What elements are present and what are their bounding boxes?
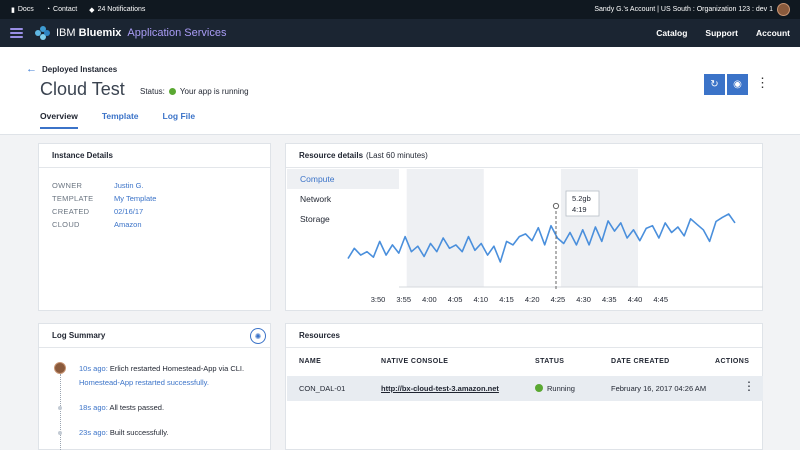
column-header[interactable]: STATUS (535, 358, 564, 365)
nav-account[interactable]: Account (756, 28, 790, 38)
main-nav: IBM Bluemix Application Services Catalog… (0, 19, 800, 47)
chart-marker-point (552, 202, 560, 210)
x-tick-label: 4:15 (499, 295, 514, 304)
brand-name[interactable]: IBM Bluemix (56, 27, 121, 39)
chat-icon: ◔ (45, 6, 51, 13)
arrow-left-icon: ← (26, 63, 37, 75)
log-entry: 18s ago: All tests passed. (79, 403, 165, 412)
tab-overview[interactable]: Overview (40, 111, 78, 129)
resource-status: Running (535, 384, 575, 393)
chart-shaded-band (560, 169, 638, 287)
detail-key: TEMPLATE (52, 194, 94, 203)
date-created: February 16, 2017 04:26 AM (611, 384, 707, 393)
detail-key: CREATED (52, 207, 90, 216)
native-console-link[interactable]: http://bx-cloud-test-3.amazon.net (381, 384, 499, 393)
x-tick-label: 4:45 (653, 295, 668, 304)
column-header[interactable]: NATIVE CONSOLE (381, 358, 448, 365)
bluemix-logo-icon (35, 25, 50, 41)
resource-name: CON_DAL-01 (299, 384, 346, 393)
app-status: Status: Your app is running (140, 87, 249, 96)
menu-icon[interactable] (10, 28, 23, 38)
user-avatar (54, 362, 66, 374)
resource-details-card: Resource details (Last 60 minutes) Compu… (285, 143, 763, 311)
x-tick-label: 4:30 (576, 295, 591, 304)
timeline-dot (58, 406, 62, 410)
compute-series-line (347, 213, 736, 263)
card-title: Instance Details (39, 144, 270, 168)
settings-icon[interactable]: ✺ (250, 328, 266, 344)
timeline-dot (58, 431, 62, 435)
x-tick-label: 3:50 (371, 295, 386, 304)
back-link[interactable]: ← Deployed Instances (26, 63, 117, 75)
template-link[interactable]: My Template (114, 194, 156, 203)
x-tick-label: 4:10 (473, 295, 488, 304)
column-header[interactable]: DATE CREATED (611, 358, 670, 365)
contact-link[interactable]: ◔ Contact (46, 6, 77, 13)
status-dot-icon (168, 88, 176, 95)
refresh-icon: ↻ (710, 79, 719, 90)
page-title: Cloud Test (40, 79, 125, 99)
nav-catalog[interactable]: Catalog (656, 28, 687, 38)
log-entry-detail: Homestead-App restarted successfully. (79, 378, 209, 387)
cloud-link[interactable]: Amazon (114, 220, 156, 229)
refresh-button[interactable]: ↻ (704, 74, 725, 95)
compute-line-chart[interactable]: 3:50 3:55 4:00 4:05 4:10 4:15 4:20 4:25 4:30 4:35… (286, 144, 764, 312)
utility-bar: ▮ Docs ◔ Contact ◆ 24 Notifications Sandy G… (0, 0, 800, 19)
created-value[interactable]: 02/16/17 (114, 207, 156, 216)
tooltip-value: 5.2gb (572, 194, 591, 203)
notifications-link[interactable]: ◆ 24 Notifications (89, 6, 145, 14)
timeline-line (60, 374, 61, 450)
tab-log-file[interactable]: Log File (163, 111, 196, 129)
row-actions-icon[interactable]: ⋮ (743, 380, 755, 392)
resources-card: Resources NAME NATIVE CONSOLE STATUS DAT… (285, 323, 763, 450)
docs-icon: ▮ (11, 6, 15, 14)
tooltip-time: 4:19 (572, 205, 587, 214)
nav-support[interactable]: Support (705, 28, 738, 38)
page-header: ← Deployed Instances Cloud Test Status: … (0, 47, 800, 135)
column-header[interactable]: ACTIONS (715, 358, 749, 365)
log-entry: 10s ago: Erlich restarted Homestead-App … (79, 364, 245, 373)
x-tick-label: 4:35 (602, 295, 617, 304)
instance-details-card: Instance Details OWNER Justin G. TEMPLAT… (38, 143, 271, 311)
stop-icon: ◉ (733, 79, 742, 90)
app-section-title: Application Services (127, 27, 227, 39)
chart-shaded-band (406, 169, 484, 287)
x-tick-label: 4:40 (628, 295, 643, 304)
owner-link[interactable]: Justin G. (114, 181, 156, 190)
more-options-icon[interactable]: ⋮ (756, 76, 769, 89)
bell-icon: ◆ (89, 6, 95, 14)
x-tick-label: 3:55 (396, 295, 411, 304)
log-summary-card: Log Summary ✺ 10s ago: Erlich restarted … (38, 323, 271, 450)
page-tabs: Overview Template Log File (40, 111, 195, 129)
detail-key: CLOUD (52, 220, 80, 229)
card-title: Log Summary (39, 324, 270, 348)
stop-button[interactable]: ◉ (727, 74, 748, 95)
account-info[interactable]: Sandy G.'s Account | US South : Organiza… (594, 6, 773, 13)
column-header[interactable]: NAME (299, 358, 321, 365)
x-tick-label: 4:00 (422, 295, 437, 304)
x-tick-label: 4:05 (448, 295, 463, 304)
docs-link[interactable]: ▮ Docs (11, 6, 34, 14)
x-tick-label: 4:25 (551, 295, 566, 304)
x-tick-label: 4:20 (525, 295, 540, 304)
log-entry: 23s ago: Built successfully. (79, 428, 169, 437)
status-dot-icon (535, 384, 543, 392)
card-title: Resources (286, 324, 762, 348)
detail-key: OWNER (52, 181, 83, 190)
user-avatar[interactable] (777, 3, 790, 16)
tab-template[interactable]: Template (102, 111, 139, 129)
